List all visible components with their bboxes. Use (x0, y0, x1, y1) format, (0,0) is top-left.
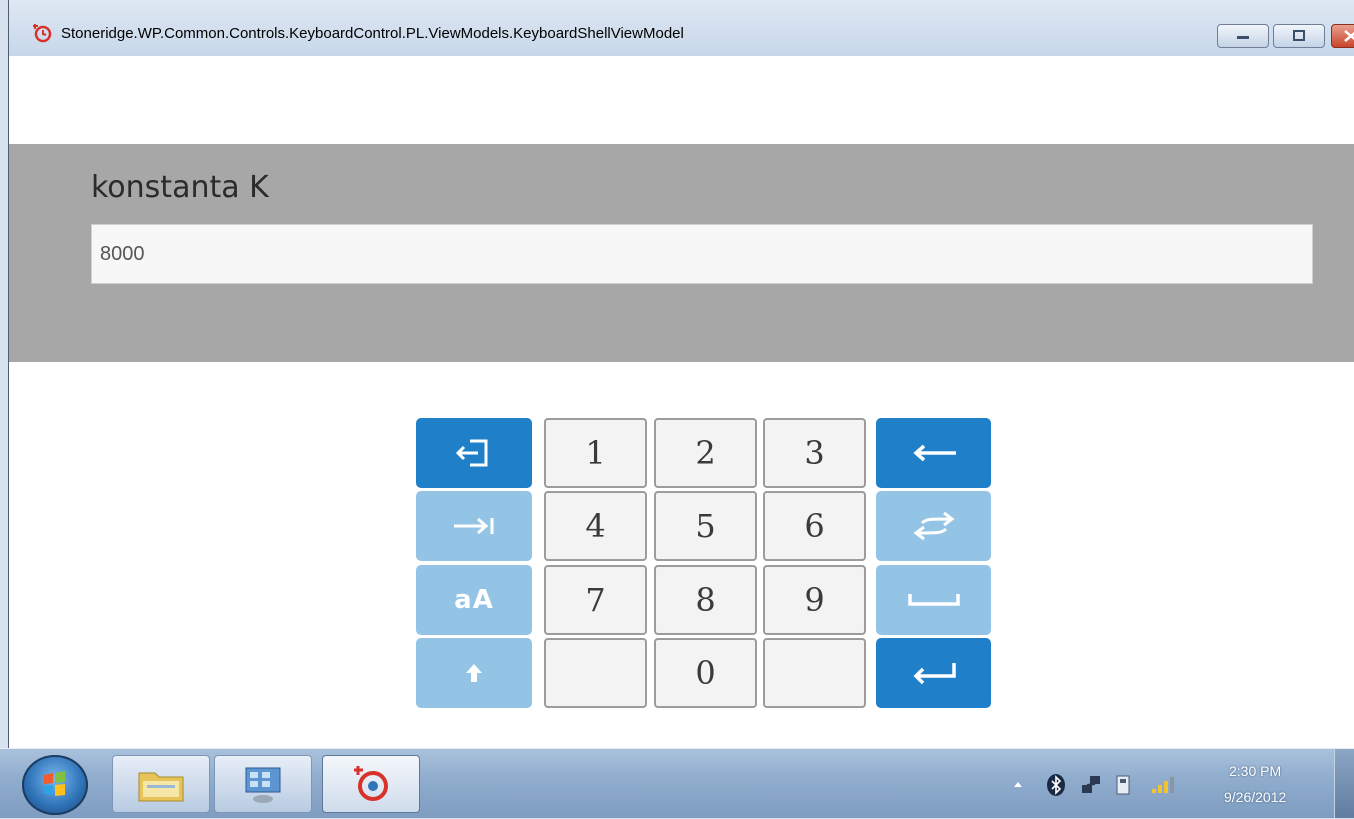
blank-key-right[interactable] (763, 638, 866, 708)
top-spacer (9, 56, 1354, 144)
clock-time[interactable]: 2:30 PM (1229, 763, 1281, 779)
application-window: Stoneridge.WP.Common.Controls.KeyboardCo… (8, 0, 1354, 748)
taskbar: 2:30 PM 9/26/2012 (0, 748, 1354, 818)
network-icon[interactable] (1078, 773, 1104, 797)
show-desktop-button[interactable] (1334, 749, 1354, 818)
shift-key[interactable] (416, 638, 532, 708)
app-logo-icon (354, 766, 388, 801)
digit-key-0[interactable]: 0 (654, 638, 757, 708)
digit-key-1[interactable]: 1 (544, 418, 647, 488)
control-panel-icon (245, 767, 281, 803)
backspace-key[interactable] (876, 418, 991, 488)
digit-key-2[interactable]: 2 (654, 418, 757, 488)
maximize-icon (1293, 30, 1305, 41)
exit-key[interactable] (416, 418, 532, 488)
taskbar-stoneridge-app[interactable] (322, 755, 420, 813)
backspace-icon (912, 444, 956, 462)
close-icon (1344, 30, 1354, 42)
value-input[interactable] (91, 224, 1313, 284)
digit-key-3[interactable]: 3 (763, 418, 866, 488)
minimize-button[interactable] (1217, 24, 1269, 48)
maximize-button[interactable] (1273, 24, 1325, 48)
tab-key[interactable] (416, 491, 532, 561)
digit-key-7[interactable]: 7 (544, 565, 647, 635)
input-panel: konstanta K (9, 144, 1354, 362)
digit-key-4[interactable]: 4 (544, 491, 647, 561)
minimize-icon (1237, 36, 1249, 39)
taskbar-file-explorer[interactable] (112, 755, 210, 813)
removable-device-icon[interactable] (1114, 773, 1134, 797)
clock-date[interactable]: 9/26/2012 (1224, 789, 1286, 805)
digit-key-9[interactable]: 9 (763, 565, 866, 635)
shift-icon (466, 664, 482, 682)
app-logo-icon (33, 24, 52, 43)
window-title: Stoneridge.WP.Common.Controls.KeyboardCo… (61, 25, 684, 42)
enter-icon (913, 663, 956, 685)
folder-icon (138, 772, 184, 802)
field-label: konstanta K (91, 170, 269, 205)
tab-icon (454, 517, 494, 535)
close-button[interactable] (1331, 24, 1354, 48)
case-toggle-key[interactable]: aA (416, 565, 532, 635)
blank-key-left[interactable] (544, 638, 647, 708)
taskbar-control-panel[interactable] (214, 755, 312, 813)
digit-key-6[interactable]: 6 (763, 491, 866, 561)
title-bar[interactable]: Stoneridge.WP.Common.Controls.KeyboardCo… (9, 0, 1354, 56)
swap-icon (913, 511, 954, 541)
swap-key[interactable] (876, 491, 991, 561)
chevron-up-icon[interactable] (1012, 779, 1024, 789)
signal-icon[interactable] (1150, 773, 1176, 795)
enter-key[interactable] (876, 638, 991, 708)
digit-key-5[interactable]: 5 (654, 491, 757, 561)
space-icon (907, 594, 960, 606)
bluetooth-icon[interactable] (1046, 773, 1066, 797)
digit-key-8[interactable]: 8 (654, 565, 757, 635)
exit-icon (455, 439, 488, 467)
space-key[interactable] (876, 565, 991, 635)
start-button[interactable] (22, 755, 88, 815)
windows-logo-icon (44, 771, 65, 796)
